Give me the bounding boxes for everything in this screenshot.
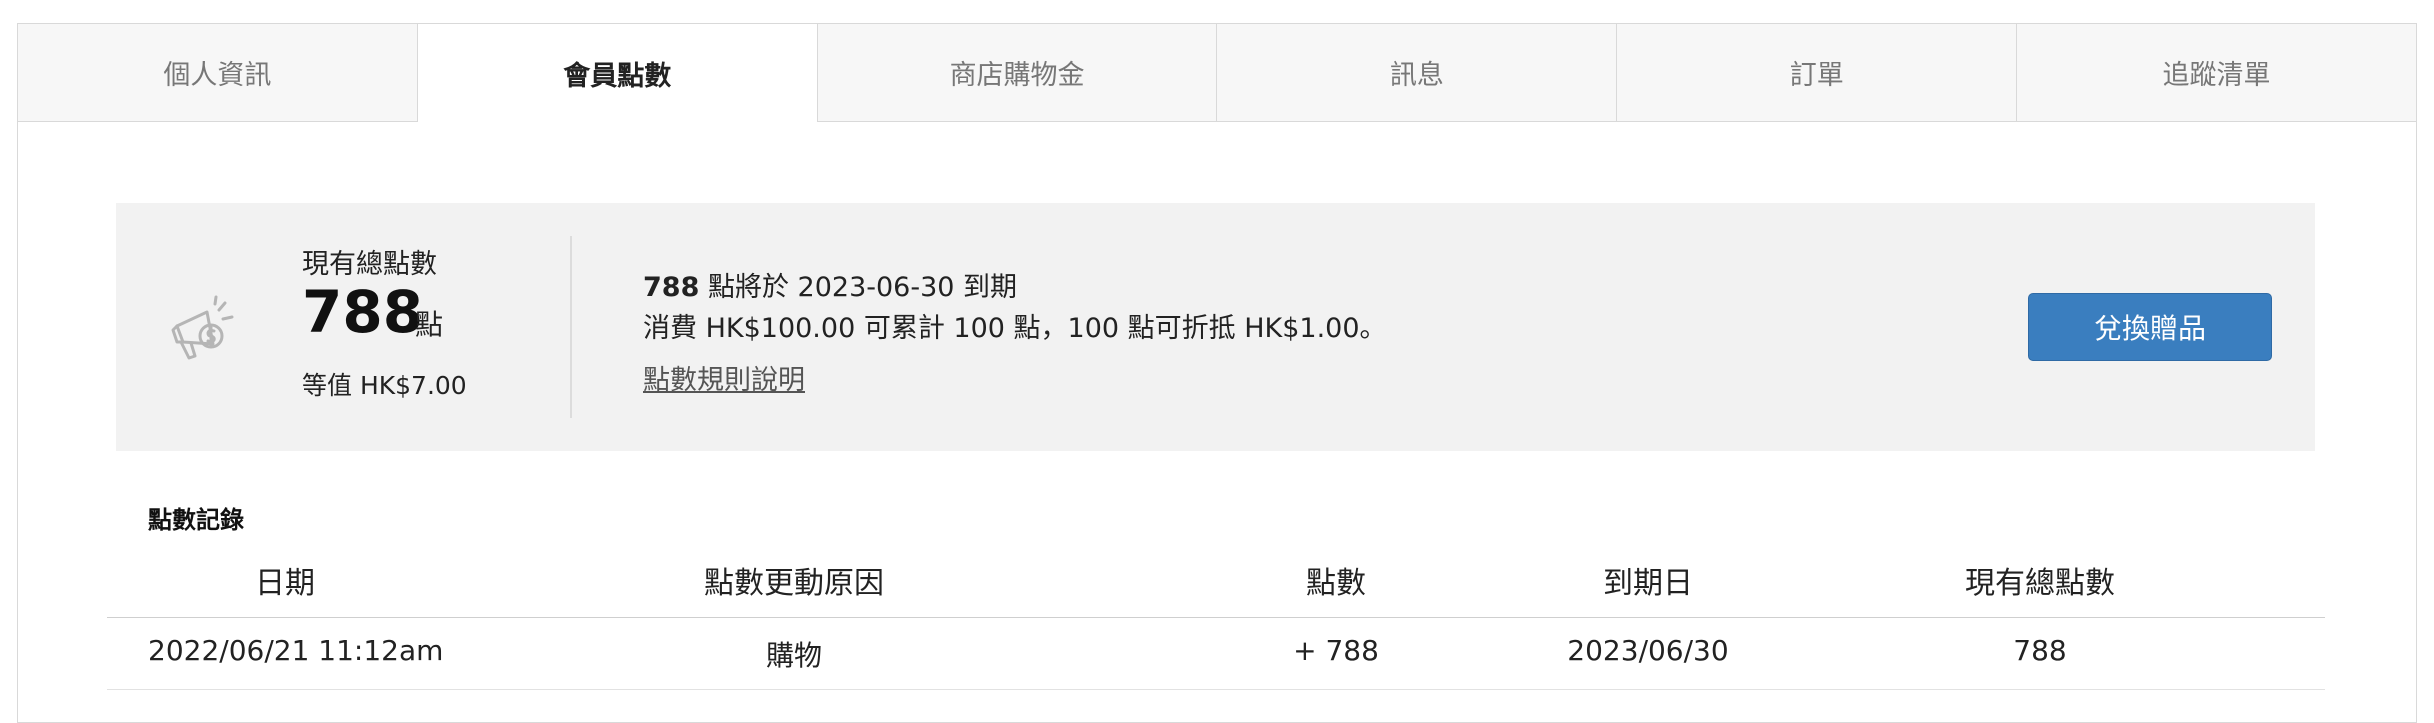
column-header-total: 現有總點數 — [1965, 566, 2115, 601]
column-header-expiry: 到期日 — [1603, 566, 1693, 601]
tab-store-credit[interactable]: 商店購物金 — [817, 24, 1218, 122]
earn-rule-text: 消費 HK$100.00 可累計 100 點，100 點可折抵 HK$1.00。 — [643, 313, 1387, 344]
tab-orders[interactable]: 訂單 — [1617, 24, 2018, 122]
account-tabs: 個人資訊 會員點數 商店購物金 訊息 訂單 追蹤清單 — [18, 24, 2416, 122]
points-unit: 點 — [415, 308, 444, 341]
column-header-points: 點數 — [1306, 566, 1366, 601]
tab-wishlist[interactable]: 追蹤清單 — [2017, 24, 2416, 122]
megaphone-dollar-icon — [171, 295, 234, 360]
column-header-date: 日期 — [255, 566, 315, 601]
expiry-points: 788 — [643, 272, 700, 303]
summary-divider — [570, 236, 572, 418]
tab-messages[interactable]: 訊息 — [1217, 24, 1618, 122]
expiry-notice: 788 點將於 2023-06-30 到期 — [643, 265, 1017, 304]
row-reason: 購物 — [765, 639, 823, 672]
table-header-divider — [107, 617, 2325, 618]
column-header-reason: 點數更動原因 — [704, 566, 884, 601]
tab-profile[interactable]: 個人資訊 — [18, 24, 418, 122]
row-date: 2022/06/21 11:12am — [148, 634, 444, 667]
points-equivalent-value: 等值 HK$7.00 — [302, 371, 467, 400]
expiry-text: 點將於 2023-06-30 到期 — [699, 272, 1018, 303]
total-points-value: 788 — [302, 278, 424, 346]
row-expiry: 2023/06/30 — [1567, 634, 1729, 667]
points-rules-link[interactable]: 點數規則說明 — [643, 358, 805, 397]
redeem-gift-button[interactable]: 兌換贈品 — [2028, 293, 2272, 361]
points-history-title: 點數記錄 — [148, 506, 244, 534]
tab-member-points[interactable]: 會員點數 — [417, 24, 818, 122]
row-total: 788 — [2013, 634, 2067, 667]
row-points: + 788 — [1293, 634, 1379, 667]
